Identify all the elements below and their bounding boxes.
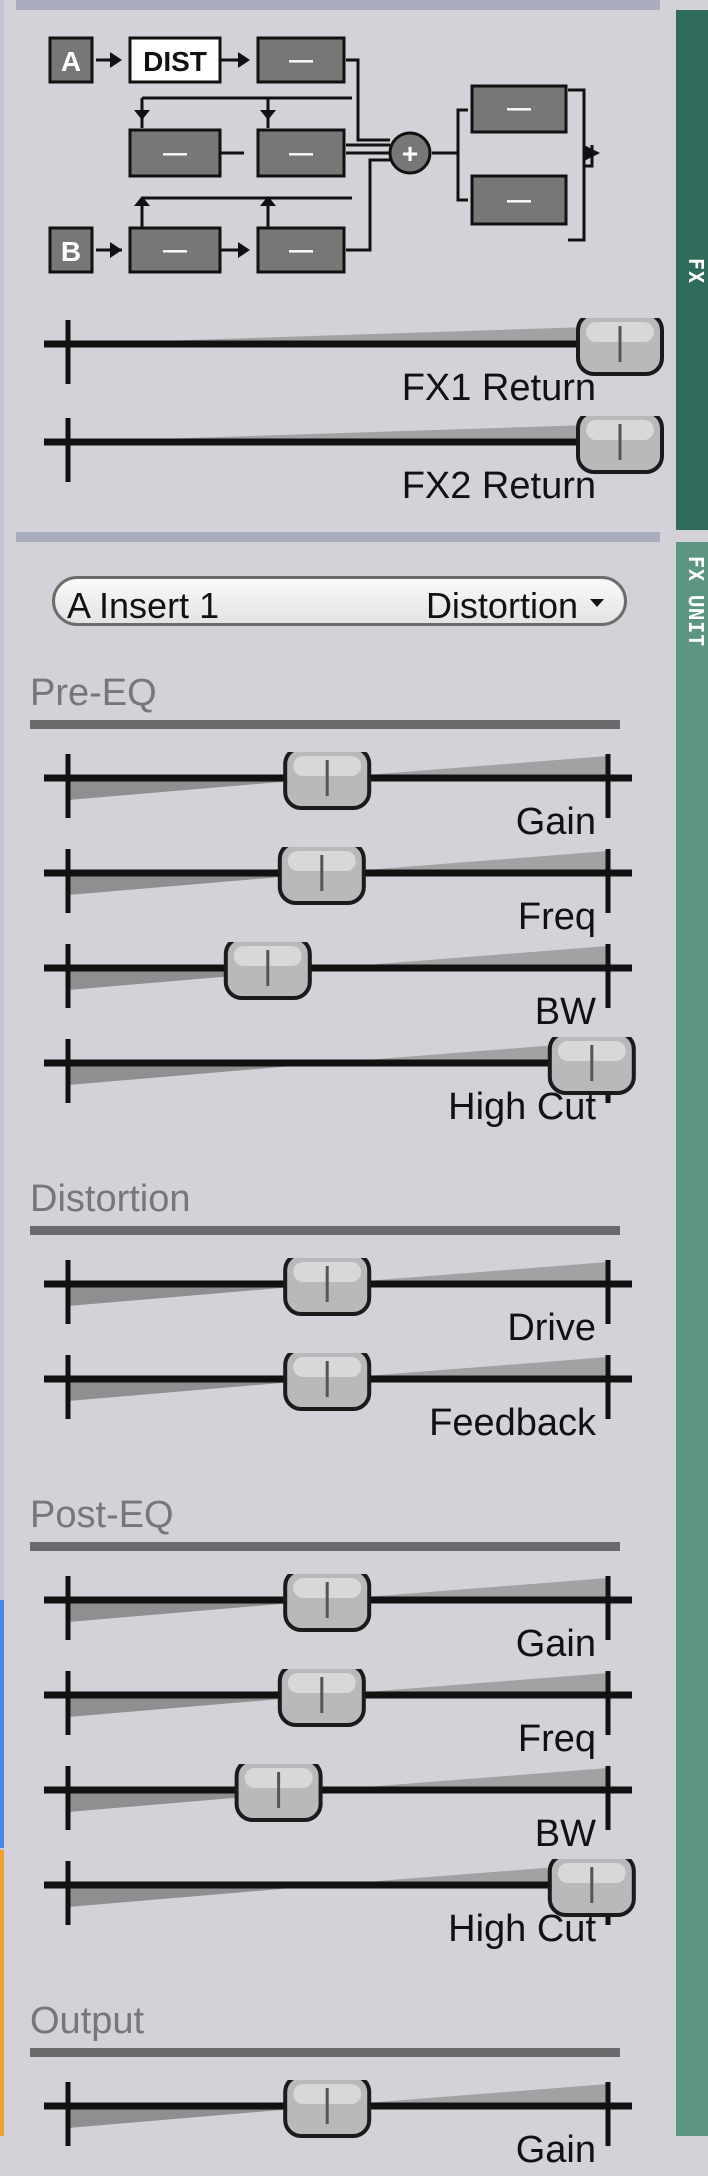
middle-divider <box>16 532 660 542</box>
chevron-down-icon <box>590 599 604 607</box>
slot-dash: — <box>289 47 313 74</box>
slider-label: Gain <box>516 1623 596 1665</box>
input-a-label: A <box>61 46 81 77</box>
param-slider[interactable]: High Cut <box>0 1859 676 1955</box>
section-title: Distortion <box>30 1178 191 1220</box>
slider-thumb[interactable] <box>277 847 366 905</box>
tab-fx-unit-label: FX UNIT <box>684 556 708 648</box>
slider-label: Freq <box>518 896 596 938</box>
slider-thumb[interactable] <box>283 1258 372 1316</box>
slot-dash: — <box>289 237 313 264</box>
param-slider[interactable]: Gain <box>0 2080 676 2176</box>
slider-label: Gain <box>516 801 596 843</box>
param-slider[interactable]: Drive <box>0 1258 676 1354</box>
section-title: Output <box>30 2000 145 2042</box>
slider-label: FX1 Return <box>402 367 596 409</box>
fx-return-slider[interactable]: FX2 Return <box>0 416 676 512</box>
param-slider[interactable]: Feedback <box>0 1353 676 1449</box>
slider-thumb[interactable] <box>283 1574 372 1632</box>
slider-label: BW <box>535 991 596 1033</box>
param-slider[interactable]: High Cut <box>0 1037 676 1133</box>
slot-dash: — <box>163 237 187 264</box>
tab-fx-unit[interactable]: FX UNIT <box>676 542 708 2136</box>
fx-unit-select[interactable]: A Insert 1 Distortion <box>52 576 627 626</box>
section-divider <box>30 2048 620 2057</box>
dist-label: DIST <box>143 46 207 77</box>
section-divider <box>30 1226 620 1235</box>
param-slider[interactable]: BW <box>0 942 676 1038</box>
slider-thumb[interactable] <box>576 318 664 376</box>
slider-thumb[interactable] <box>547 1859 636 1917</box>
slider-thumb[interactable] <box>283 1353 372 1411</box>
param-slider[interactable]: BW <box>0 1764 676 1860</box>
tab-fx-label: FX <box>684 258 708 285</box>
slot-dash: — <box>163 140 187 167</box>
section-title: Pre-EQ <box>30 672 157 714</box>
insert-slot-label: A Insert 1 <box>67 585 220 626</box>
slider-label: Gain <box>516 2129 596 2171</box>
routing-diagram: A B DIST — — — — — — — + <box>48 36 600 274</box>
slider-thumb[interactable] <box>547 1037 636 1095</box>
slot-dash: — <box>289 140 313 167</box>
slider-thumb[interactable] <box>234 1764 323 1822</box>
slider-thumb[interactable] <box>277 1669 366 1727</box>
slider-thumb[interactable] <box>223 942 312 1000</box>
section-title: Post-EQ <box>30 1494 174 1536</box>
slider-thumb[interactable] <box>283 2080 372 2138</box>
fx-return-slider[interactable]: FX1 Return <box>0 318 676 414</box>
input-b-label: B <box>61 236 81 267</box>
tab-fx[interactable]: FX <box>676 10 708 530</box>
slider-label: BW <box>535 1813 596 1855</box>
param-slider[interactable]: Freq <box>0 847 676 943</box>
slot-dash: — <box>507 95 531 122</box>
section-divider <box>30 1542 620 1551</box>
slot-dash: — <box>507 187 531 214</box>
slider-thumb[interactable] <box>576 416 664 474</box>
slider-label: Feedback <box>429 1402 597 1444</box>
section-divider <box>30 720 620 729</box>
slider-label: Freq <box>518 1718 596 1760</box>
param-slider[interactable]: Gain <box>0 1574 676 1670</box>
sum-symbol: + <box>402 138 418 169</box>
param-slider[interactable]: Gain <box>0 752 676 848</box>
param-slider[interactable]: Freq <box>0 1669 676 1765</box>
slider-label: FX2 Return <box>402 465 596 507</box>
slider-label: Drive <box>507 1307 596 1349</box>
slider-thumb[interactable] <box>283 752 372 810</box>
effect-type-label: Distortion <box>425 585 578 626</box>
